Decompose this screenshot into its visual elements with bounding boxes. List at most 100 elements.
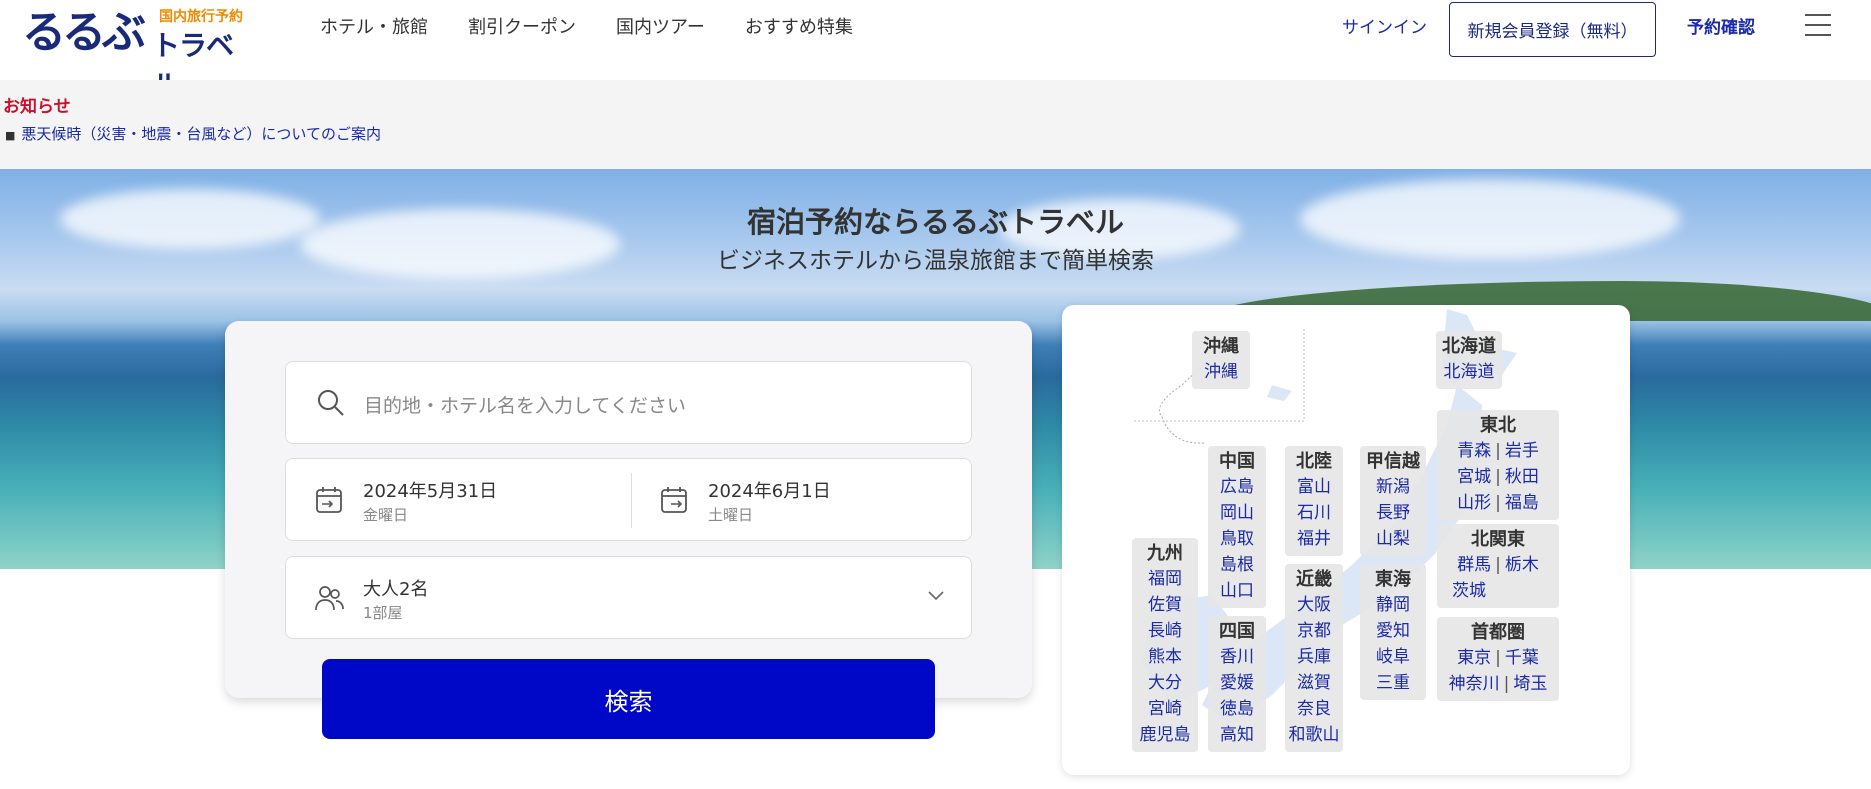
pref-nagasaki[interactable]: 長崎 xyxy=(1132,618,1198,644)
pref-yamanashi[interactable]: 山梨 xyxy=(1360,526,1426,552)
pref-shizuoka[interactable]: 静岡 xyxy=(1360,592,1426,618)
notice-section: お知らせ ■ 悪天候時（災害・地震・台風など）についてのご案内 xyxy=(0,80,1871,169)
nav-coupons[interactable]: 割引クーポン xyxy=(468,16,576,40)
region-tokai: 東海 静岡 愛知 岐阜 三重 xyxy=(1360,564,1426,700)
rooms-text: 1部屋 xyxy=(363,604,403,622)
nav-tours[interactable]: 国内ツアー xyxy=(616,16,705,40)
pref-kumamoto[interactable]: 熊本 xyxy=(1132,644,1198,670)
pref-nara[interactable]: 奈良 xyxy=(1285,696,1343,722)
pref-gunma[interactable]: 群馬 xyxy=(1457,555,1491,575)
site-logo[interactable]: るるぶ 国内旅行予約 トラベル xyxy=(22,6,252,103)
pref-shiga[interactable]: 滋賀 xyxy=(1285,670,1343,696)
pref-kyoto[interactable]: 京都 xyxy=(1285,618,1343,644)
site-header: るるぶ 国内旅行予約 トラベル ホテル・旅館 割引クーポン 国内ツアー おすすめ… xyxy=(0,0,1871,103)
pref-chiba[interactable]: 千葉 xyxy=(1505,648,1539,668)
checkout-date-text: 2024年6月1日 xyxy=(708,481,831,502)
reservation-check-link[interactable]: 予約確認 xyxy=(1687,16,1755,40)
nav-hotels[interactable]: ホテル・旅館 xyxy=(320,16,428,40)
pref-hokkaido[interactable]: 北海道 xyxy=(1436,359,1502,385)
region-kinki: 近畿 大阪 京都 兵庫 滋賀 奈良 和歌山 xyxy=(1285,564,1343,752)
pref-tottori[interactable]: 鳥取 xyxy=(1208,526,1266,552)
logo-main: るるぶ xyxy=(22,7,146,58)
main-nav: ホテル・旅館 割引クーポン 国内ツアー おすすめ特集 xyxy=(320,16,853,40)
pref-toyama[interactable]: 富山 xyxy=(1285,474,1343,500)
guests-select[interactable]: 大人2名 1部屋 xyxy=(285,556,972,639)
region-chugoku: 中国 広島 岡山 鳥取 島根 山口 xyxy=(1208,446,1266,608)
pref-tokyo[interactable]: 東京 xyxy=(1457,648,1491,668)
pref-kochi[interactable]: 高知 xyxy=(1208,722,1266,748)
checkout-day-text: 土曜日 xyxy=(708,506,754,524)
notice-link[interactable]: ■ 悪天候時（災害・地震・台風など）についてのご案内 xyxy=(5,123,381,144)
pref-wakayama[interactable]: 和歌山 xyxy=(1285,722,1343,748)
hero-subtitle: ビジネスホテルから温泉旅館まで簡単検索 xyxy=(717,248,1154,274)
pref-tokushima[interactable]: 徳島 xyxy=(1208,696,1266,722)
pref-tochigi[interactable]: 栃木 xyxy=(1505,555,1539,575)
region-okinawa: 沖縄 沖縄 xyxy=(1192,331,1250,389)
register-button[interactable]: 新規会員登録（無料） xyxy=(1449,2,1656,57)
region-name-kyushu: 九州 xyxy=(1147,543,1183,564)
pref-yamagata[interactable]: 山形 xyxy=(1457,493,1491,513)
pref-akita[interactable]: 秋田 xyxy=(1505,467,1539,487)
region-name-koshinetsu: 甲信越 xyxy=(1366,451,1420,472)
menu-icon[interactable] xyxy=(1805,14,1831,38)
pref-saga[interactable]: 佐賀 xyxy=(1132,592,1198,618)
pref-shimane[interactable]: 島根 xyxy=(1208,552,1266,578)
pref-nagano[interactable]: 長野 xyxy=(1360,500,1426,526)
logo-sub: 国内旅行予約 xyxy=(159,9,243,25)
checkin-date[interactable]: 2024年5月31日 金曜日 xyxy=(286,459,619,542)
pref-fukushima[interactable]: 福島 xyxy=(1505,493,1539,513)
pref-yamaguchi[interactable]: 山口 xyxy=(1208,578,1266,604)
hero-title: 宿泊予約ならるるぶトラベル xyxy=(746,205,1124,239)
search-panel: 目的地・ホテル名を入力してください 2024年5月31日 金曜日 2024年6月… xyxy=(225,321,1032,739)
pref-okinawa[interactable]: 沖縄 xyxy=(1192,359,1250,385)
pref-miyazaki[interactable]: 宮崎 xyxy=(1132,696,1198,722)
pref-osaka[interactable]: 大阪 xyxy=(1285,592,1343,618)
japan-map-panel: 沖縄 沖縄 北海道 北海道 東北 青森 | 岩手 宮城 | 秋田 山形 | 福島 北関東 群… xyxy=(1062,305,1630,775)
region-name-okinawa: 沖縄 xyxy=(1203,336,1239,357)
pref-saitama[interactable]: 埼玉 xyxy=(1513,674,1547,694)
pref-iwate[interactable]: 岩手 xyxy=(1505,441,1539,461)
pref-fukuoka[interactable]: 福岡 xyxy=(1132,566,1198,592)
region-name-hokuriku: 北陸 xyxy=(1296,451,1332,472)
region-name-chugoku: 中国 xyxy=(1219,451,1255,472)
pref-miyagi[interactable]: 宮城 xyxy=(1457,467,1491,487)
pref-ishikawa[interactable]: 石川 xyxy=(1285,500,1343,526)
region-name-shutoken: 首都圏 xyxy=(1471,622,1525,643)
pref-kagoshima[interactable]: 鹿児島 xyxy=(1132,722,1198,748)
nav-features[interactable]: おすすめ特集 xyxy=(745,16,853,40)
pref-ehime[interactable]: 愛媛 xyxy=(1208,670,1266,696)
calendar-checkout-icon xyxy=(661,487,687,513)
region-hokuriku: 北陸 富山 石川 福井 xyxy=(1285,446,1343,556)
region-shutoken: 首都圏 東京 | 千葉 神奈川 | 埼玉 xyxy=(1437,617,1559,701)
destination-input[interactable]: 目的地・ホテル名を入力してください xyxy=(285,361,972,444)
pref-kagawa[interactable]: 香川 xyxy=(1208,644,1266,670)
pref-oita[interactable]: 大分 xyxy=(1132,670,1198,696)
region-name-kinki: 近畿 xyxy=(1296,569,1332,590)
pref-ibaraki[interactable]: 茨城 xyxy=(1452,581,1486,601)
calendar-checkin-icon xyxy=(316,487,342,513)
notice-title: お知らせ xyxy=(3,97,71,117)
date-range: 2024年5月31日 金曜日 2024年6月1日 土曜日 xyxy=(285,458,972,541)
search-button[interactable]: 検索 xyxy=(322,659,935,739)
region-hokkaido: 北海道 北海道 xyxy=(1436,331,1502,389)
search-icon xyxy=(318,390,344,416)
checkout-date[interactable]: 2024年6月1日 土曜日 xyxy=(631,459,964,542)
region-name-tokai: 東海 xyxy=(1375,569,1411,590)
pref-mie[interactable]: 三重 xyxy=(1360,670,1426,696)
destination-placeholder: 目的地・ホテル名を入力してください xyxy=(364,395,686,417)
pref-fukui[interactable]: 福井 xyxy=(1285,526,1343,552)
checkin-date-text: 2024年5月31日 xyxy=(363,481,498,502)
region-kyushu: 九州 福岡 佐賀 長崎 熊本 大分 宮崎 鹿児島 xyxy=(1132,538,1198,752)
pref-hiroshima[interactable]: 広島 xyxy=(1208,474,1266,500)
pref-aomori[interactable]: 青森 xyxy=(1457,441,1491,461)
guests-text: 大人2名 xyxy=(363,579,429,600)
pref-niigata[interactable]: 新潟 xyxy=(1360,474,1426,500)
pref-gifu[interactable]: 岐阜 xyxy=(1360,644,1426,670)
pref-aichi[interactable]: 愛知 xyxy=(1360,618,1426,644)
pref-hyogo[interactable]: 兵庫 xyxy=(1285,644,1343,670)
notice-link-text: 悪天候時（災害・地震・台風など）についてのご案内 xyxy=(21,125,381,143)
signin-link[interactable]: サインイン xyxy=(1342,16,1427,40)
pref-okayama[interactable]: 岡山 xyxy=(1208,500,1266,526)
pref-kanagawa[interactable]: 神奈川 xyxy=(1449,674,1500,694)
bullet-icon: ■ xyxy=(5,129,16,142)
